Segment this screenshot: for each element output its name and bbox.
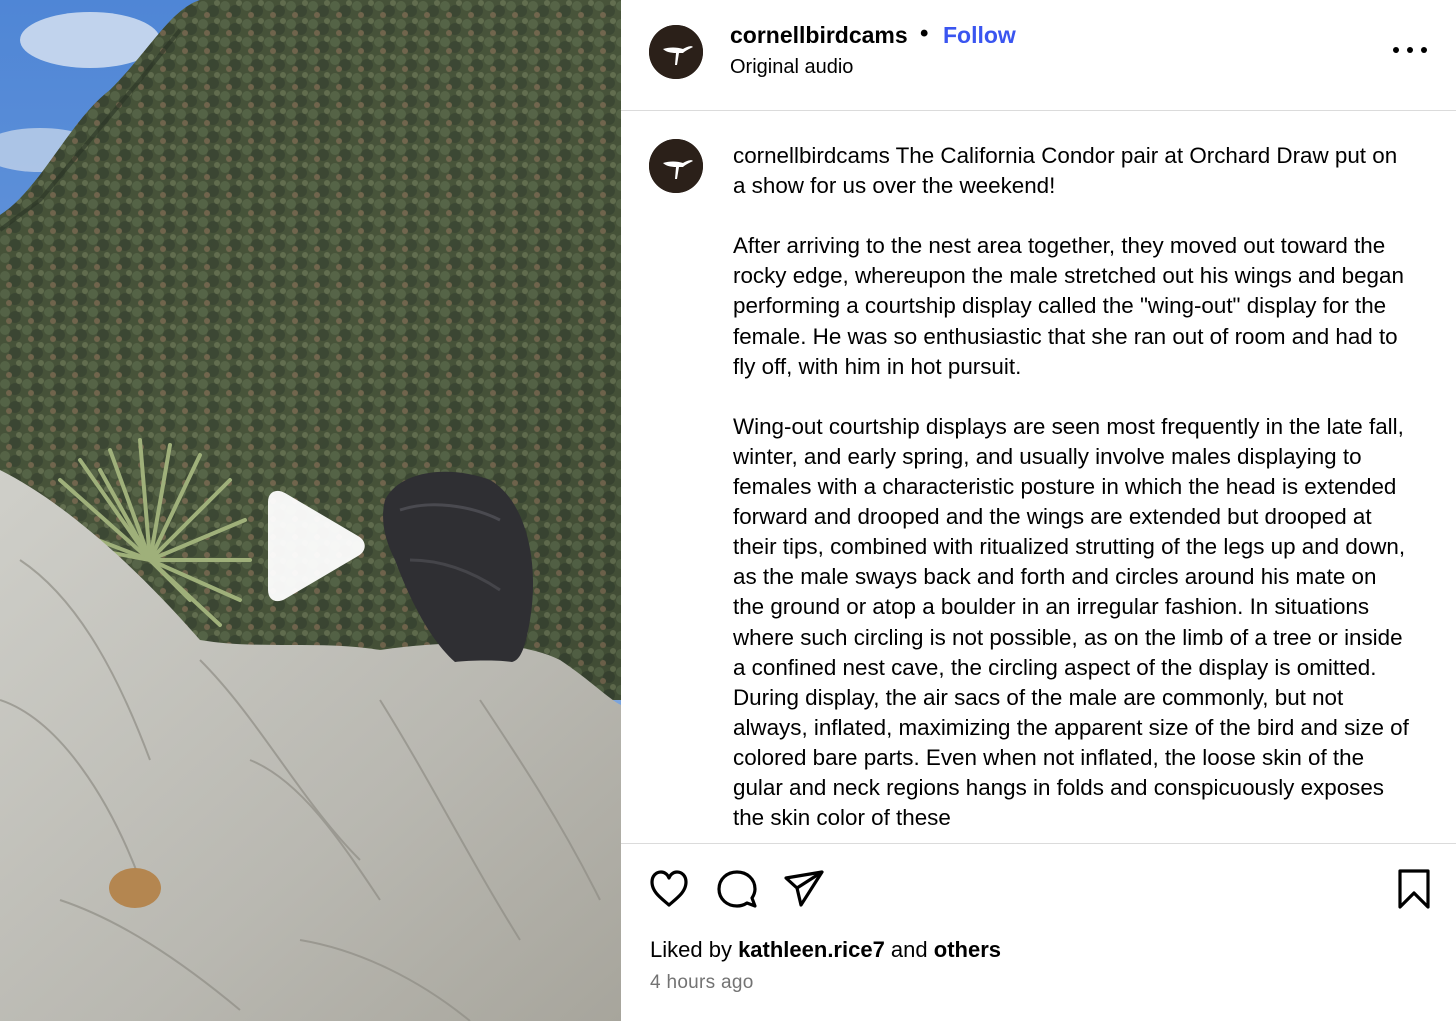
bird-logo-icon: [649, 139, 703, 193]
more-horizontal-icon: [1393, 47, 1399, 53]
avatar[interactable]: [649, 25, 703, 79]
save-button[interactable]: [1392, 867, 1436, 911]
liked-by-user[interactable]: kathleen.rice7: [738, 937, 885, 962]
avatar[interactable]: [649, 139, 703, 193]
post-timestamp[interactable]: 4 hours ago: [650, 972, 754, 994]
caption-scroll-area[interactable]: cornellbirdcams The California Condor pa…: [621, 111, 1456, 843]
play-button[interactable]: [258, 488, 370, 604]
heart-icon: [650, 870, 688, 907]
likes-summary: Liked by kathleen.rice7 and others: [650, 937, 1001, 963]
post-actions: Liked by kathleen.rice7 and others 4 hou…: [621, 843, 1456, 1021]
original-audio-link[interactable]: Original audio: [730, 56, 853, 79]
more-dot: [1421, 47, 1427, 53]
caption-text: The California Condor pair at Orchard Dr…: [733, 143, 1409, 831]
like-button[interactable]: [647, 867, 691, 911]
author-username[interactable]: cornellbirdcams: [730, 22, 908, 49]
likes-prefix: Liked by: [650, 937, 739, 962]
comment-button[interactable]: [715, 867, 759, 911]
follow-button[interactable]: Follow: [943, 22, 1016, 49]
post-caption: cornellbirdcams The California Condor pa…: [733, 141, 1413, 833]
bird-logo-icon: [649, 25, 703, 79]
caption-username[interactable]: cornellbirdcams: [733, 143, 890, 168]
share-button[interactable]: [782, 867, 826, 911]
comment-icon: [717, 870, 757, 908]
play-icon: [268, 490, 365, 602]
post-details-panel: cornellbirdcams • Follow Original audio …: [621, 0, 1456, 1021]
post-header: cornellbirdcams • Follow Original audio: [621, 0, 1456, 111]
post-video[interactable]: [0, 0, 621, 1021]
likes-middle: and: [884, 937, 934, 962]
likes-others-link[interactable]: others: [934, 937, 1001, 962]
bookmark-icon: [1398, 869, 1430, 909]
separator-dot: •: [920, 20, 929, 47]
more-dot: [1407, 47, 1413, 53]
share-icon: [784, 870, 824, 907]
more-options-button[interactable]: [1393, 40, 1427, 60]
